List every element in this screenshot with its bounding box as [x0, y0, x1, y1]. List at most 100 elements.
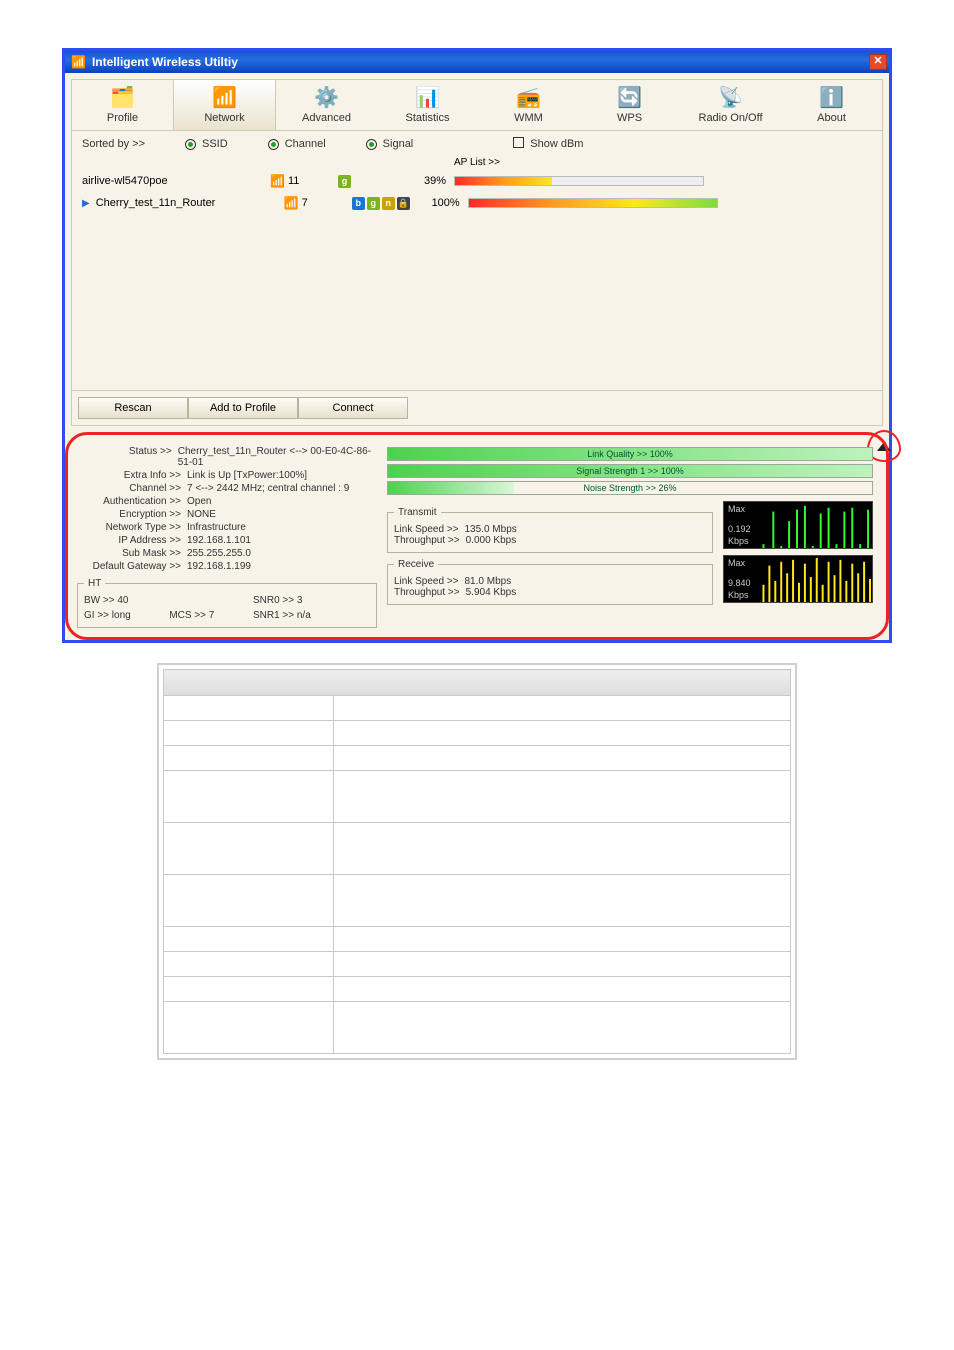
antenna-icon: 📶 — [270, 174, 285, 188]
close-button[interactable]: ✕ — [869, 54, 887, 70]
tab-label: Radio On/Off — [699, 112, 763, 124]
mode-b-badge: b — [352, 197, 365, 210]
nettype-key: Network Type >> — [77, 522, 187, 533]
sort-signal-label: Signal — [383, 138, 414, 150]
enc-key: Encryption >> — [77, 509, 187, 520]
channel-key: Channel >> — [77, 483, 187, 494]
transmit-legend: Transmit — [394, 507, 441, 518]
ap-list-label: AP List >> — [454, 157, 500, 168]
tab-advanced[interactable]: ⚙️ Advanced — [276, 80, 377, 130]
table-row — [164, 823, 791, 875]
tab-label: Profile — [107, 112, 138, 124]
status-key: Status >> — [77, 446, 178, 468]
transmit-fieldset: Transmit Link Speed >> 135.0 Mbps Throug… — [387, 507, 713, 553]
ap-signal-bar — [468, 198, 718, 208]
ap-ssid: Cherry_test_11n_Router — [96, 197, 276, 209]
tx-graph: Max 0.192 Kbps — [723, 501, 873, 549]
tab-radio[interactable]: 📡 Radio On/Off — [680, 80, 781, 130]
extra-value: Link is Up [TxPower:100%] — [187, 470, 307, 481]
sort-ssid-label: SSID — [202, 138, 228, 150]
signal-strength-meter: Signal Strength 1 >> 100% — [387, 464, 873, 478]
radio-icon: 📡 — [718, 86, 743, 110]
table-row — [164, 927, 791, 952]
tab-label: WMM — [514, 112, 543, 124]
auth-key: Authentication >> — [77, 496, 187, 507]
tab-label: WPS — [617, 112, 642, 124]
receive-fieldset: Receive Link Speed >> 81.0 Mbps Throughp… — [387, 559, 713, 605]
table-row — [164, 696, 791, 721]
wmm-icon: 📻 — [516, 86, 541, 110]
ap-channel: 11 — [288, 175, 299, 187]
tab-network[interactable]: 📶 Network — [173, 80, 276, 130]
tx-throughput: 0.000 Kbps — [466, 535, 517, 546]
mask-value: 255.255.255.0 — [187, 548, 251, 559]
rescan-button[interactable]: Rescan — [78, 397, 188, 419]
sort-filter-bar: Sorted by >> SSID Channel Signal Show dB… — [71, 131, 883, 157]
ap-signal-pct: 100% — [420, 197, 460, 209]
status-value: Cherry_test_11n_Router <--> 00-E0-4C-86-… — [178, 446, 377, 468]
antenna-icon: 📶 — [284, 196, 299, 210]
about-icon: ℹ️ — [819, 86, 844, 110]
tab-label: Statistics — [405, 112, 449, 124]
ip-key: IP Address >> — [77, 535, 187, 546]
ht-legend: HT — [84, 578, 105, 589]
mode-g-badge: g — [338, 175, 351, 188]
tab-statistics[interactable]: 📊 Statistics — [377, 80, 478, 130]
link-quality-meter: Link Quality >> 100% — [387, 447, 873, 461]
connect-button[interactable]: Connect — [298, 397, 408, 419]
mode-n-badge: n — [382, 197, 395, 210]
advanced-icon: ⚙️ — [314, 86, 339, 110]
tab-label: Network — [204, 112, 244, 124]
tab-about[interactable]: ℹ️ About — [781, 80, 882, 130]
table-row — [164, 1002, 791, 1054]
table-row — [164, 952, 791, 977]
sort-ssid-radio[interactable] — [185, 138, 196, 150]
ip-value: 192.168.1.101 — [187, 535, 251, 546]
mode-g-badge: g — [367, 197, 380, 210]
tab-label: About — [817, 112, 846, 124]
ap-signal-bar — [454, 176, 704, 186]
enc-value: NONE — [187, 509, 216, 520]
table-header — [164, 670, 791, 696]
app-icon: 📶 — [71, 55, 86, 69]
lock-icon: 🔒 — [397, 197, 410, 210]
ht-fieldset: HT BW >> 40 SNR0 >> 3 GI >> long MCS >> … — [77, 578, 377, 628]
receive-legend: Receive — [394, 559, 438, 570]
network-icon: 📶 — [212, 86, 237, 110]
ap-row[interactable]: airlive-wl5470poe 📶 11 g 39% — [72, 170, 882, 192]
rx-graph: Max 9.840 Kbps — [723, 555, 873, 603]
main-toolbar: 🗂️ Profile 📶 Network ⚙️ Advanced 📊 Stati… — [71, 79, 883, 131]
wps-icon: 🔄 — [617, 86, 642, 110]
window-title: Intelligent Wireless Utiltiy — [92, 55, 238, 69]
title-bar: 📶 Intelligent Wireless Utiltiy ✕ — [65, 51, 889, 73]
profile-icon: 🗂️ — [110, 86, 135, 110]
signal-strength-text: Signal Strength 1 >> 100% — [576, 466, 684, 476]
tab-label: Advanced — [302, 112, 351, 124]
table-row — [164, 721, 791, 746]
sort-signal-radio[interactable] — [366, 138, 377, 150]
ap-row[interactable]: Cherry_test_11n_Router 📶 7 b g n 🔒 100% — [72, 192, 882, 214]
rx-link-speed: 81.0 Mbps — [465, 576, 512, 587]
statistics-icon: 📊 — [415, 86, 440, 110]
ap-signal-pct: 39% — [406, 175, 446, 187]
tab-profile[interactable]: 🗂️ Profile — [72, 80, 173, 130]
mask-key: Sub Mask >> — [77, 548, 187, 559]
table-row — [164, 977, 791, 1002]
ap-channel: 7 — [302, 197, 308, 209]
noise-strength-meter: Noise Strength >> 26% — [387, 481, 873, 495]
extra-key: Extra Info >> — [77, 470, 187, 481]
table-row — [164, 746, 791, 771]
sort-channel-radio[interactable] — [268, 138, 279, 150]
channel-value: 7 <--> 2442 MHz; central channel : 9 — [187, 483, 349, 494]
noise-strength-text: Noise Strength >> 26% — [583, 483, 676, 493]
tab-wmm[interactable]: 📻 WMM — [478, 80, 579, 130]
tab-wps[interactable]: 🔄 WPS — [579, 80, 680, 130]
add-to-profile-button[interactable]: Add to Profile — [188, 397, 298, 419]
table-row — [164, 875, 791, 927]
sorted-by-label: Sorted by >> — [82, 138, 145, 150]
show-dbm-label: Show dBm — [530, 138, 583, 150]
show-dbm-checkbox[interactable] — [513, 137, 524, 151]
gw-key: Default Gateway >> — [77, 561, 187, 572]
sort-channel-label: Channel — [285, 138, 326, 150]
gw-value: 192.168.1.199 — [187, 561, 251, 572]
